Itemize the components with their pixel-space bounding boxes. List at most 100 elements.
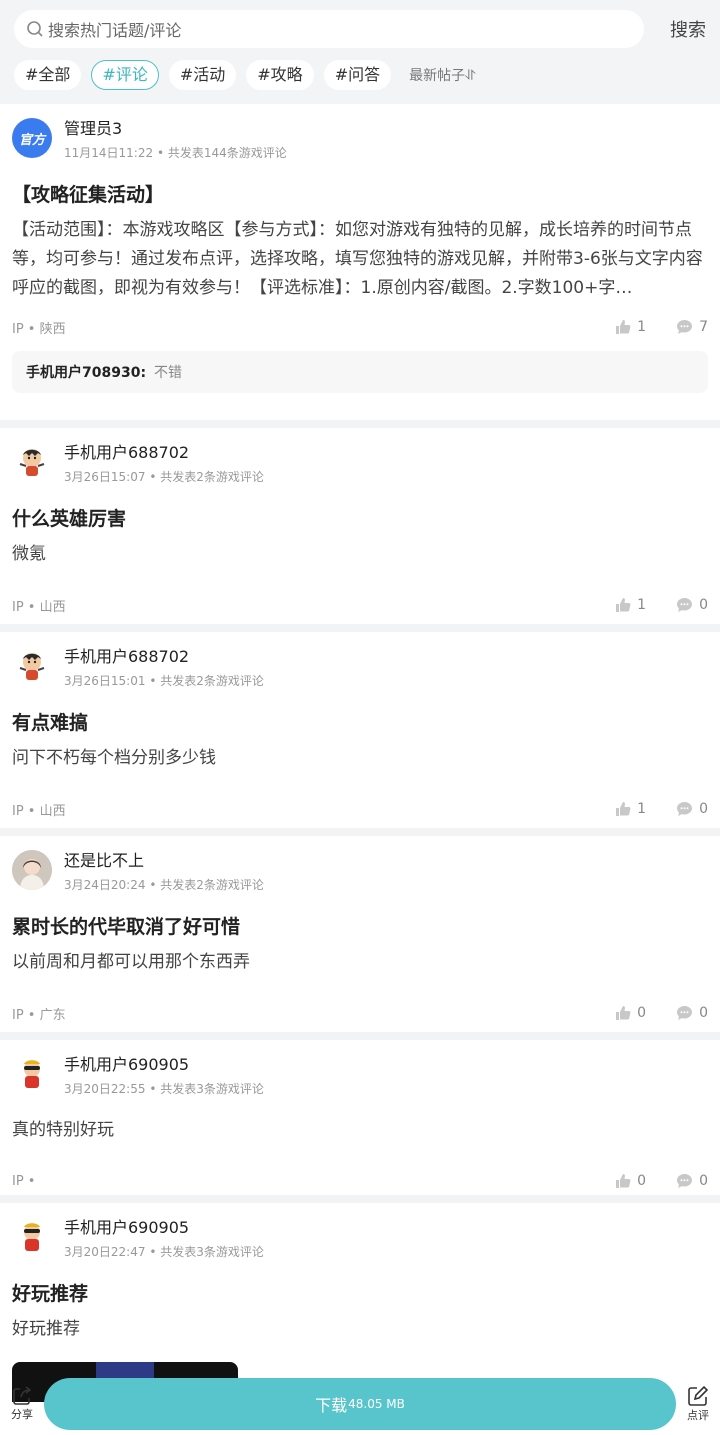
bottom-bar: 分享 下载 48.05 MB 点评 bbox=[0, 1372, 720, 1435]
post-meta: 手机用户688702 3月26日15:01 • 共发表2条游戏评论 bbox=[64, 646, 264, 689]
post-title: 好玩推荐 bbox=[12, 1283, 89, 1305]
comment-icon bbox=[677, 802, 693, 816]
tag-qa[interactable]: #问答 bbox=[323, 60, 392, 90]
comment-button[interactable]: 0 bbox=[676, 1005, 708, 1021]
header: 搜索热门话题/评论 搜索 #全部 #评论 #活动 #攻略 #问答 最新帖子⥯ bbox=[0, 0, 720, 104]
review-button[interactable]: 点评 bbox=[676, 1385, 720, 1423]
avatar[interactable] bbox=[12, 1217, 52, 1257]
post-time: 3月24日20:24 • 共发表2条游戏评论 bbox=[64, 878, 264, 892]
post-time: 3月26日15:01 • 共发表2条游戏评论 bbox=[64, 674, 264, 688]
comment-icon bbox=[677, 1174, 693, 1188]
post-body: 问下不朽每个档分别多少钱 bbox=[12, 748, 216, 768]
sort-dropdown[interactable]: 最新帖子⥯ bbox=[409, 65, 475, 85]
post-header: 手机用户688702 3月26日15:07 • 共发表2条游戏评论 bbox=[12, 442, 708, 498]
review-count: 共发表2条游戏评论 bbox=[160, 470, 264, 484]
username[interactable]: 手机用户688702 bbox=[64, 442, 264, 464]
ip-location: IP • 山西 bbox=[12, 803, 66, 819]
post-card[interactable]: 手机用户690905 3月20日22:55 • 共发表3条游戏评论 真的特别好玩… bbox=[0, 1040, 720, 1195]
avatar[interactable] bbox=[12, 850, 52, 890]
post-body: 以前周和月都可以用那个东西弄 bbox=[12, 952, 250, 972]
post-header: 手机用户690905 3月20日22:55 • 共发表3条游戏评论 bbox=[12, 1054, 708, 1110]
post-stats: 1 0 bbox=[585, 801, 708, 817]
user-photo-avatar bbox=[12, 850, 52, 890]
avatar[interactable] bbox=[12, 646, 52, 686]
timestamp: 3月20日22:55 bbox=[64, 1082, 146, 1096]
review-count: 共发表2条游戏评论 bbox=[160, 674, 264, 688]
comment-button[interactable]: 0 bbox=[676, 1173, 708, 1189]
tag-review[interactable]: #评论 bbox=[91, 60, 159, 90]
search-button[interactable]: 搜索 bbox=[654, 16, 706, 42]
comment-icon bbox=[677, 598, 693, 612]
post-card[interactable]: 手机用户688702 3月26日15:07 • 共发表2条游戏评论 什么英雄厉害… bbox=[0, 428, 720, 624]
post-footer: IP • 山西 1 0 bbox=[12, 581, 708, 629]
download-label: 下载 bbox=[315, 1395, 348, 1415]
reply-preview[interactable]: 手机用户708930: 不错 bbox=[12, 351, 708, 393]
comment-button[interactable]: 0 bbox=[676, 597, 708, 613]
thumbs-up-icon bbox=[616, 320, 631, 334]
post-time: 3月20日22:55 • 共发表3条游戏评论 bbox=[64, 1082, 264, 1096]
like-button[interactable]: 0 bbox=[615, 1005, 646, 1021]
ip-location: IP • 广东 bbox=[12, 1007, 66, 1023]
share-icon bbox=[13, 1385, 32, 1405]
post-stats: 1 0 bbox=[585, 597, 708, 613]
timestamp: 3月20日22:47 bbox=[64, 1245, 146, 1259]
like-button[interactable]: 1 bbox=[615, 801, 646, 817]
post-body: 微氪 bbox=[12, 544, 46, 564]
like-button[interactable]: 1 bbox=[615, 319, 646, 335]
thumbs-up-icon bbox=[616, 1174, 631, 1188]
avatar[interactable]: 官方 bbox=[12, 118, 52, 158]
like-button[interactable]: 1 bbox=[615, 597, 646, 613]
edit-icon bbox=[688, 1385, 709, 1406]
tag-bar: #全部 #评论 #活动 #攻略 #问答 最新帖子⥯ bbox=[14, 60, 706, 90]
post-card[interactable]: 手机用户688702 3月26日15:01 • 共发表2条游戏评论 有点难搞 问… bbox=[0, 632, 720, 828]
like-count: 0 bbox=[637, 1173, 647, 1189]
timestamp: 3月24日20:24 bbox=[64, 878, 146, 892]
username[interactable]: 手机用户690905 bbox=[64, 1054, 264, 1076]
reply-username: 手机用户708930: bbox=[26, 365, 147, 381]
reply-text: 不错 bbox=[154, 365, 183, 381]
search-icon bbox=[26, 20, 44, 38]
post-stats: 0 0 bbox=[585, 1005, 708, 1021]
review-count: 共发表3条游戏评论 bbox=[160, 1245, 264, 1259]
like-count: 1 bbox=[637, 801, 647, 817]
like-count: 1 bbox=[637, 597, 647, 613]
username[interactable]: 还是比不上 bbox=[64, 850, 264, 872]
username[interactable]: 手机用户690905 bbox=[64, 1217, 264, 1239]
post-meta: 管理员3 11月14日11:22 • 共发表144条游戏评论 bbox=[64, 118, 287, 161]
comment-count: 0 bbox=[699, 1173, 708, 1189]
thumbs-up-icon bbox=[616, 598, 631, 612]
share-button[interactable]: 分享 bbox=[0, 1385, 44, 1422]
post-time: 11月14日11:22 • 共发表144条游戏评论 bbox=[64, 146, 287, 160]
like-button[interactable]: 0 bbox=[615, 1173, 646, 1189]
comment-icon bbox=[677, 1006, 693, 1020]
comment-button[interactable]: 0 bbox=[676, 801, 708, 817]
post-title: 什么英雄厉害 bbox=[12, 508, 127, 530]
comment-count: 7 bbox=[699, 319, 708, 335]
comment-count: 0 bbox=[699, 597, 708, 613]
tag-activity[interactable]: #活动 bbox=[168, 60, 237, 90]
post-stats: 0 0 bbox=[585, 1173, 708, 1189]
search-input[interactable]: 搜索热门话题/评论 bbox=[14, 10, 644, 48]
comment-button[interactable]: 7 bbox=[676, 319, 708, 335]
timestamp: 11月14日11:22 bbox=[64, 146, 154, 160]
post-footer: IP • 山西 1 0 bbox=[12, 785, 708, 833]
post-body: 【活动范围】：本游戏攻略区【参与方式】：如您对游戏有独特的见解，成长培养的时间节… bbox=[12, 220, 703, 298]
post-card[interactable]: 官方 管理员3 11月14日11:22 • 共发表144条游戏评论 【攻略征集活… bbox=[0, 104, 720, 420]
post-card[interactable]: 还是比不上 3月24日20:24 • 共发表2条游戏评论 累时长的代毕取消了好可… bbox=[0, 836, 720, 1032]
share-label: 分享 bbox=[11, 1407, 33, 1421]
ip-location: IP • 陕西 bbox=[12, 321, 66, 337]
username[interactable]: 管理员3 bbox=[64, 118, 287, 140]
review-count: 共发表2条游戏评论 bbox=[160, 878, 264, 892]
post-stats: 1 7 bbox=[585, 319, 708, 335]
post-time: 3月20日22:47 • 共发表3条游戏评论 bbox=[64, 1245, 264, 1259]
username[interactable]: 手机用户688702 bbox=[64, 646, 264, 668]
tag-all[interactable]: #全部 bbox=[14, 60, 82, 90]
timestamp: 3月26日15:07 bbox=[64, 470, 146, 484]
avatar[interactable] bbox=[12, 1054, 52, 1094]
avatar[interactable] bbox=[12, 442, 52, 482]
download-button[interactable]: 下载 48.05 MB bbox=[44, 1377, 676, 1430]
post-footer: IP • 陕西 1 7 bbox=[12, 303, 708, 351]
tag-guide[interactable]: #攻略 bbox=[246, 60, 314, 90]
search-placeholder: 搜索热门话题/评论 bbox=[48, 21, 182, 40]
post-title: 累时长的代毕取消了好可惜 bbox=[12, 916, 241, 938]
